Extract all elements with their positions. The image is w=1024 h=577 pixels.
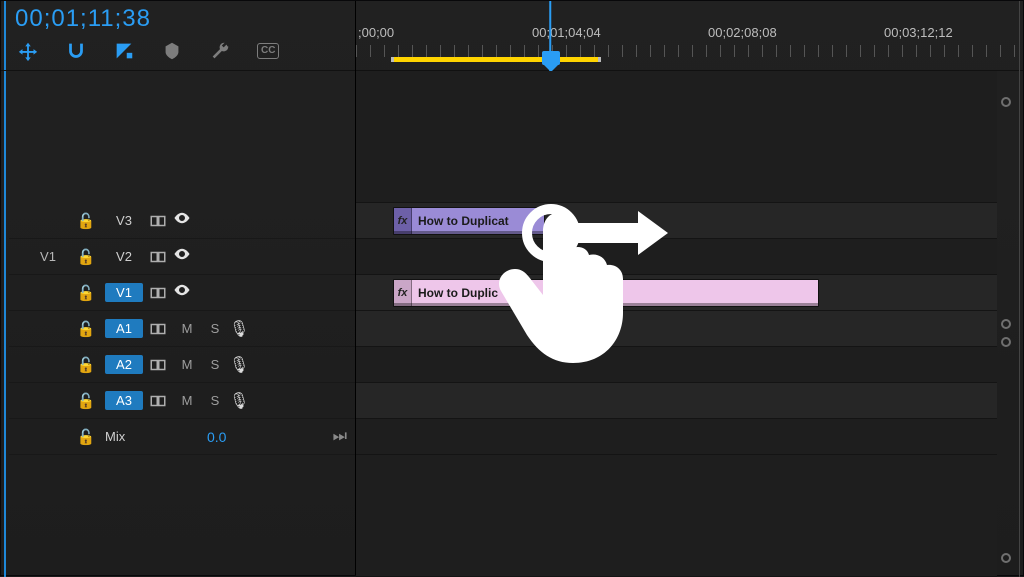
track-header-v3[interactable]: 🔓 V3 — [9, 203, 355, 239]
track-lane-a2[interactable] — [356, 347, 997, 383]
voiceover-mic-icon[interactable]: 🎙 — [229, 391, 257, 411]
lock-icon[interactable]: 🔓 — [67, 320, 105, 338]
playhead-handle[interactable] — [542, 51, 560, 65]
lock-icon[interactable]: 🔓 — [67, 284, 105, 302]
panel-focus-indicator — [4, 1, 6, 577]
track-label-a1[interactable]: A1 — [105, 319, 143, 338]
snap-icon[interactable] — [65, 40, 87, 62]
voiceover-mic-icon[interactable]: 🎙 — [229, 319, 257, 339]
track-lane-mix[interactable] — [356, 419, 997, 455]
source-patch-v1[interactable]: V1 — [29, 249, 67, 264]
track-label-a2[interactable]: A2 — [105, 355, 143, 374]
track-header-a3[interactable]: 🔓 A3 M S 🎙 — [9, 383, 355, 419]
track-label-mix[interactable]: Mix — [105, 427, 151, 446]
track-label-v3[interactable]: V3 — [105, 211, 143, 230]
scroll-handle-icon[interactable] — [1001, 319, 1011, 329]
scroll-handle-icon[interactable] — [1001, 337, 1011, 347]
track-lane-v2[interactable] — [356, 239, 997, 275]
work-area-bar[interactable] — [391, 57, 601, 62]
voiceover-mic-icon[interactable]: 🎙 — [229, 355, 257, 375]
mute-toggle[interactable]: M — [173, 393, 201, 408]
mute-toggle[interactable]: M — [173, 321, 201, 336]
track-header-v2[interactable]: V1 🔓 V2 — [9, 239, 355, 275]
sync-lock-icon[interactable] — [143, 284, 173, 302]
track-lane-tail[interactable] — [356, 455, 997, 577]
track-lane-blank[interactable] — [356, 71, 997, 203]
track-lane-a3[interactable] — [356, 383, 997, 419]
linked-selection-icon[interactable] — [113, 40, 135, 62]
track-header-a1[interactable]: 🔓 A1 M S 🎙 — [9, 311, 355, 347]
track-header-v1[interactable]: 🔓 V1 — [9, 275, 355, 311]
mix-level-value[interactable]: 0.0 — [207, 429, 226, 445]
eye-icon[interactable] — [173, 245, 201, 268]
track-lane-a1[interactable] — [356, 311, 997, 347]
ruler-ticks — [356, 45, 1015, 57]
vertical-scrollbar[interactable] — [1001, 97, 1013, 563]
lock-icon[interactable]: 🔓 — [67, 392, 105, 410]
ruler-labels: ;00;00 00;01;04;04 00;02;08;08 00;03;12;… — [356, 25, 1015, 41]
track-header-panel: 🔓 V3 V1 🔓 V2 🔓 V1 🔓 A1 M — [9, 71, 355, 575]
clip-v3[interactable]: fx How to Duplicat — [393, 207, 545, 235]
lock-icon[interactable]: 🔓 — [67, 212, 105, 230]
panel-divider[interactable] — [1019, 1, 1020, 577]
sync-lock-icon[interactable] — [143, 320, 173, 338]
sync-lock-icon[interactable] — [143, 356, 173, 374]
track-label-v1[interactable]: V1 — [105, 283, 143, 302]
eye-icon[interactable] — [173, 281, 201, 304]
sync-lock-icon[interactable] — [143, 392, 173, 410]
ripple-sequence-icon[interactable] — [17, 40, 39, 62]
settings-wrench-icon[interactable] — [209, 40, 231, 62]
lock-icon[interactable]: 🔓 — [67, 428, 105, 446]
timeline-tracks-area[interactable]: fx How to Duplicat fx How to Duplic — [355, 71, 997, 575]
lock-icon[interactable]: 🔓 — [67, 248, 105, 266]
ruler-tick-label: 00;02;08;08 — [708, 25, 777, 40]
marker-icon[interactable] — [161, 40, 183, 62]
sync-lock-icon[interactable] — [143, 212, 173, 230]
sync-lock-icon[interactable] — [143, 248, 173, 266]
jump-end-icon[interactable]: ⏭ — [333, 428, 347, 446]
track-header-a2[interactable]: 🔓 A2 M S 🎙 — [9, 347, 355, 383]
track-header-mix[interactable]: 🔓 Mix 0.0 ⏭ — [9, 419, 355, 455]
timeline-panel: 00;01;11;38 CC ;00;00 00;01;04; — [0, 0, 1024, 576]
ruler-tick-label: 00;03;12;12 — [884, 25, 953, 40]
track-label-v2[interactable]: V2 — [105, 247, 143, 266]
lock-icon[interactable]: 🔓 — [67, 356, 105, 374]
solo-toggle[interactable]: S — [201, 357, 229, 372]
track-label-a3[interactable]: A3 — [105, 391, 143, 410]
solo-toggle[interactable]: S — [201, 393, 229, 408]
time-ruler[interactable]: ;00;00 00;01;04;04 00;02;08;08 00;03;12;… — [355, 1, 1015, 71]
eye-icon[interactable] — [173, 209, 201, 232]
closed-captions-icon[interactable]: CC — [257, 43, 279, 59]
mute-toggle[interactable]: M — [173, 357, 201, 372]
ruler-tick-label: ;00;00 — [358, 25, 394, 40]
clip-v1[interactable]: fx How to Duplic — [393, 279, 819, 307]
scroll-handle-icon[interactable] — [1001, 97, 1011, 107]
solo-toggle[interactable]: S — [201, 321, 229, 336]
scroll-handle-icon[interactable] — [1001, 553, 1011, 563]
ruler-tick-label: 00;01;04;04 — [532, 25, 601, 40]
